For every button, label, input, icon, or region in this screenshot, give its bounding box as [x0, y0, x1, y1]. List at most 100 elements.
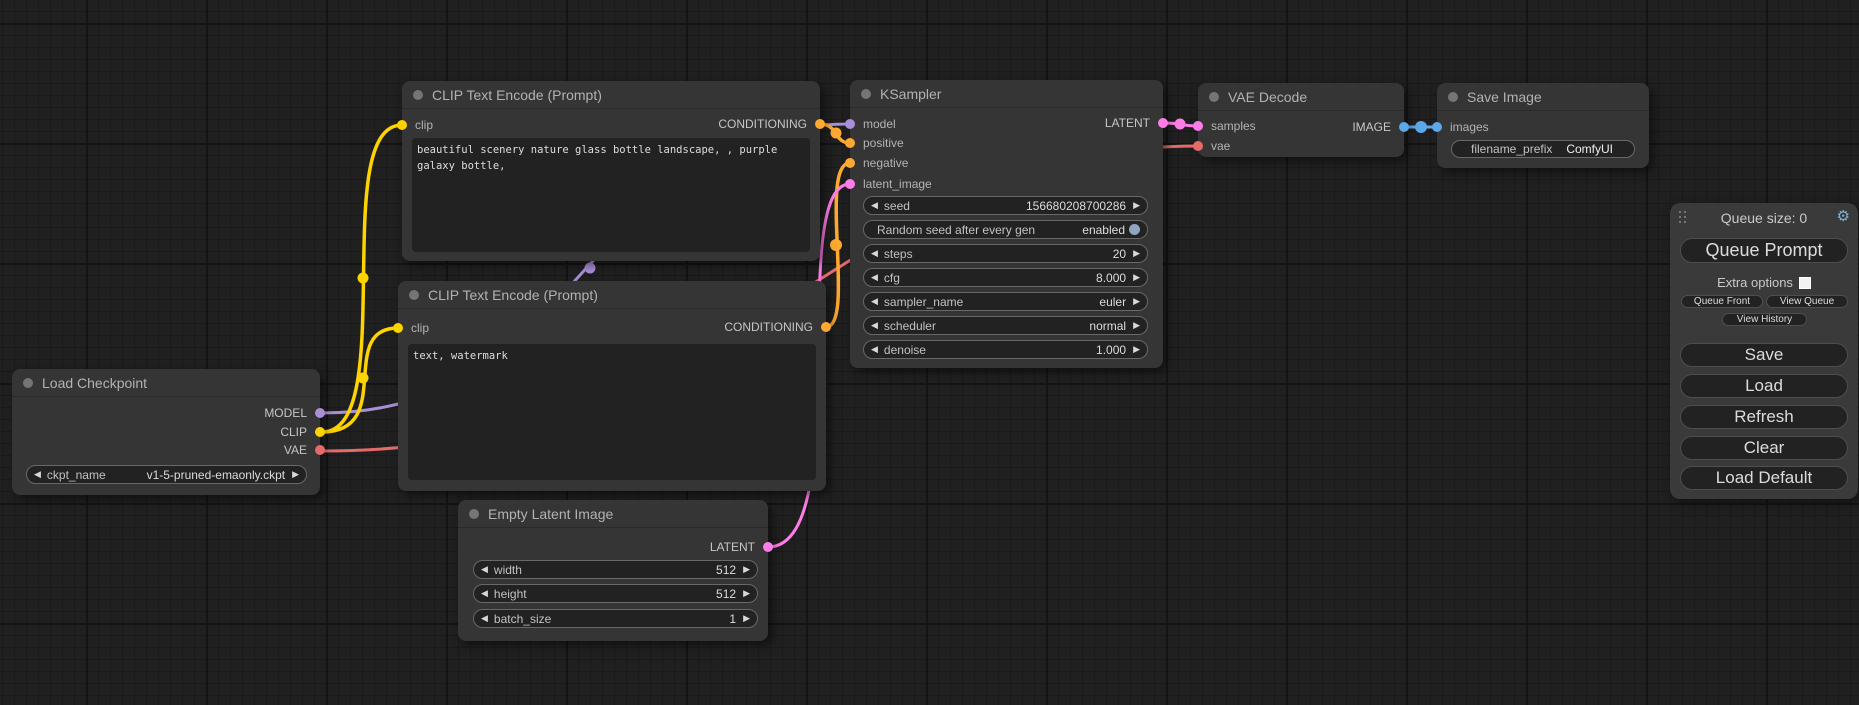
- node-clip-text-encode-positive[interactable]: CLIP Text Encode (Prompt) clip CONDITION…: [402, 81, 820, 261]
- save-button[interactable]: Save: [1680, 343, 1848, 367]
- decrement-arrow-icon[interactable]: ◀: [871, 272, 878, 283]
- output-slot-image: IMAGE: [1352, 121, 1404, 133]
- node-title-bar[interactable]: KSampler: [850, 80, 1163, 108]
- latent-output-dot[interactable]: [763, 542, 773, 552]
- positive-prompt-textarea[interactable]: beautiful scenery nature glass bottle la…: [412, 138, 810, 252]
- latent-image-input-dot[interactable]: [845, 179, 855, 189]
- height-widget[interactable]: ◀ height 512 ▶: [473, 584, 758, 603]
- refresh-button[interactable]: Refresh: [1680, 405, 1848, 429]
- cfg-widget[interactable]: ◀ cfg 8.000 ▶: [863, 268, 1148, 287]
- collapse-dot-icon[interactable]: [23, 378, 33, 388]
- node-title: Save Image: [1467, 89, 1542, 105]
- decrement-arrow-icon[interactable]: ◀: [481, 613, 488, 624]
- settings-gear-icon[interactable]: ⚙: [1837, 207, 1850, 225]
- node-title-bar[interactable]: Load Checkpoint: [12, 369, 320, 397]
- collapse-dot-icon[interactable]: [1448, 92, 1458, 102]
- output-slot-vae: VAE: [284, 444, 320, 456]
- node-title-bar[interactable]: Save Image: [1437, 83, 1649, 111]
- queue-prompt-button[interactable]: Queue Prompt: [1680, 238, 1848, 263]
- queue-size-label: Queue size: 0: [1721, 210, 1807, 226]
- clip-input-dot[interactable]: [397, 120, 407, 130]
- output-slot-conditioning: CONDITIONING: [718, 118, 820, 130]
- increment-arrow-icon[interactable]: ▶: [1133, 296, 1140, 307]
- output-slot-latent: LATENT: [1105, 117, 1163, 129]
- increment-arrow-icon[interactable]: ▶: [743, 588, 750, 599]
- node-title: CLIP Text Encode (Prompt): [432, 87, 602, 103]
- increment-arrow-icon[interactable]: ▶: [1133, 248, 1140, 259]
- increment-arrow-icon[interactable]: ▶: [1133, 200, 1140, 211]
- increment-arrow-icon[interactable]: ▶: [743, 613, 750, 624]
- collapse-dot-icon[interactable]: [1209, 92, 1219, 102]
- node-title: VAE Decode: [1228, 89, 1307, 105]
- collapse-dot-icon[interactable]: [861, 89, 871, 99]
- clip-output-dot[interactable]: [315, 427, 325, 437]
- increment-arrow-icon[interactable]: ▶: [743, 564, 750, 575]
- scheduler-widget[interactable]: ◀ scheduler normal ▶: [863, 316, 1148, 335]
- decrement-arrow-icon[interactable]: ◀: [871, 200, 878, 211]
- input-slot-positive: positive: [850, 137, 904, 149]
- load-button[interactable]: Load: [1680, 374, 1848, 398]
- output-slot-clip: CLIP: [280, 426, 320, 438]
- drag-handle-icon[interactable]: [1679, 211, 1687, 224]
- input-slot-latent-image: latent_image: [850, 178, 932, 190]
- view-queue-button[interactable]: View Queue: [1766, 295, 1848, 308]
- decrement-arrow-icon[interactable]: ◀: [871, 344, 878, 355]
- denoise-widget[interactable]: ◀ denoise 1.000 ▶: [863, 340, 1148, 359]
- node-empty-latent-image[interactable]: Empty Latent Image LATENT ◀ width 512 ▶ …: [458, 500, 768, 641]
- node-title-bar[interactable]: VAE Decode: [1198, 83, 1404, 111]
- node-title-bar[interactable]: Empty Latent Image: [458, 500, 768, 528]
- collapse-dot-icon[interactable]: [469, 509, 479, 519]
- node-load-checkpoint[interactable]: Load Checkpoint MODEL CLIP VAE ◀ ckpt_na…: [12, 369, 320, 495]
- images-input-dot[interactable]: [1432, 122, 1442, 132]
- negative-input-dot[interactable]: [845, 158, 855, 168]
- clip-input-dot[interactable]: [393, 323, 403, 333]
- negative-prompt-textarea[interactable]: text, watermark: [408, 344, 816, 480]
- extra-options-checkbox[interactable]: [1799, 277, 1811, 289]
- conditioning-output-dot[interactable]: [821, 322, 831, 332]
- toggle-enabled-icon[interactable]: [1129, 224, 1140, 235]
- view-history-button[interactable]: View History: [1722, 313, 1807, 326]
- node-title-bar[interactable]: CLIP Text Encode (Prompt): [402, 81, 820, 109]
- seed-widget[interactable]: ◀ seed 156680208700286 ▶: [863, 196, 1148, 215]
- steps-widget[interactable]: ◀ steps 20 ▶: [863, 244, 1148, 263]
- clear-button[interactable]: Clear: [1680, 436, 1848, 460]
- ckpt-name-widget[interactable]: ◀ ckpt_name v1-5-pruned-emaonly.ckpt ▶: [26, 465, 307, 484]
- conditioning-output-dot[interactable]: [815, 119, 825, 129]
- image-output-dot[interactable]: [1399, 122, 1409, 132]
- node-vae-decode[interactable]: VAE Decode samples vae IMAGE: [1198, 83, 1404, 157]
- queue-front-button[interactable]: Queue Front: [1681, 295, 1763, 308]
- decrement-arrow-icon[interactable]: ◀: [871, 296, 878, 307]
- vae-output-dot[interactable]: [315, 445, 325, 455]
- decrement-arrow-icon[interactable]: ◀: [481, 564, 488, 575]
- node-save-image[interactable]: Save Image images filename_prefix ComfyU…: [1437, 83, 1649, 168]
- model-input-dot[interactable]: [845, 119, 855, 129]
- decrement-arrow-icon[interactable]: ◀: [34, 469, 41, 480]
- model-output-dot[interactable]: [315, 408, 325, 418]
- decrement-arrow-icon[interactable]: ◀: [871, 320, 878, 331]
- decrement-arrow-icon[interactable]: ◀: [481, 588, 488, 599]
- node-ksampler[interactable]: KSampler model positive negative latent_…: [850, 80, 1163, 368]
- collapse-dot-icon[interactable]: [413, 90, 423, 100]
- increment-arrow-icon[interactable]: ▶: [1133, 272, 1140, 283]
- decrement-arrow-icon[interactable]: ◀: [871, 248, 878, 259]
- queue-panel[interactable]: Queue size: 0 ⚙ Queue Prompt Extra optio…: [1670, 203, 1858, 499]
- random-seed-widget[interactable]: Random seed after every gen enabled: [863, 220, 1148, 239]
- sampler-name-widget[interactable]: ◀ sampler_name euler ▶: [863, 292, 1148, 311]
- node-title-bar[interactable]: CLIP Text Encode (Prompt): [398, 281, 826, 309]
- output-slot-latent: LATENT: [710, 541, 768, 553]
- batch-size-widget[interactable]: ◀ batch_size 1 ▶: [473, 609, 758, 628]
- extra-options-label: Extra options: [1717, 275, 1793, 290]
- increment-arrow-icon[interactable]: ▶: [1133, 320, 1140, 331]
- node-clip-text-encode-negative[interactable]: CLIP Text Encode (Prompt) clip CONDITION…: [398, 281, 826, 491]
- increment-arrow-icon[interactable]: ▶: [292, 469, 299, 480]
- load-default-button[interactable]: Load Default: [1680, 466, 1848, 490]
- increment-arrow-icon[interactable]: ▶: [1133, 344, 1140, 355]
- latent-output-dot[interactable]: [1158, 118, 1168, 128]
- filename-prefix-widget[interactable]: filename_prefix ComfyUI: [1451, 140, 1635, 158]
- comfyui-app: { "colors": { "wire_model": "#a98fd6", "…: [0, 0, 1859, 705]
- width-widget[interactable]: ◀ width 512 ▶: [473, 560, 758, 579]
- vae-input-dot[interactable]: [1193, 141, 1203, 151]
- samples-input-dot[interactable]: [1193, 121, 1203, 131]
- positive-input-dot[interactable]: [845, 138, 855, 148]
- collapse-dot-icon[interactable]: [409, 290, 419, 300]
